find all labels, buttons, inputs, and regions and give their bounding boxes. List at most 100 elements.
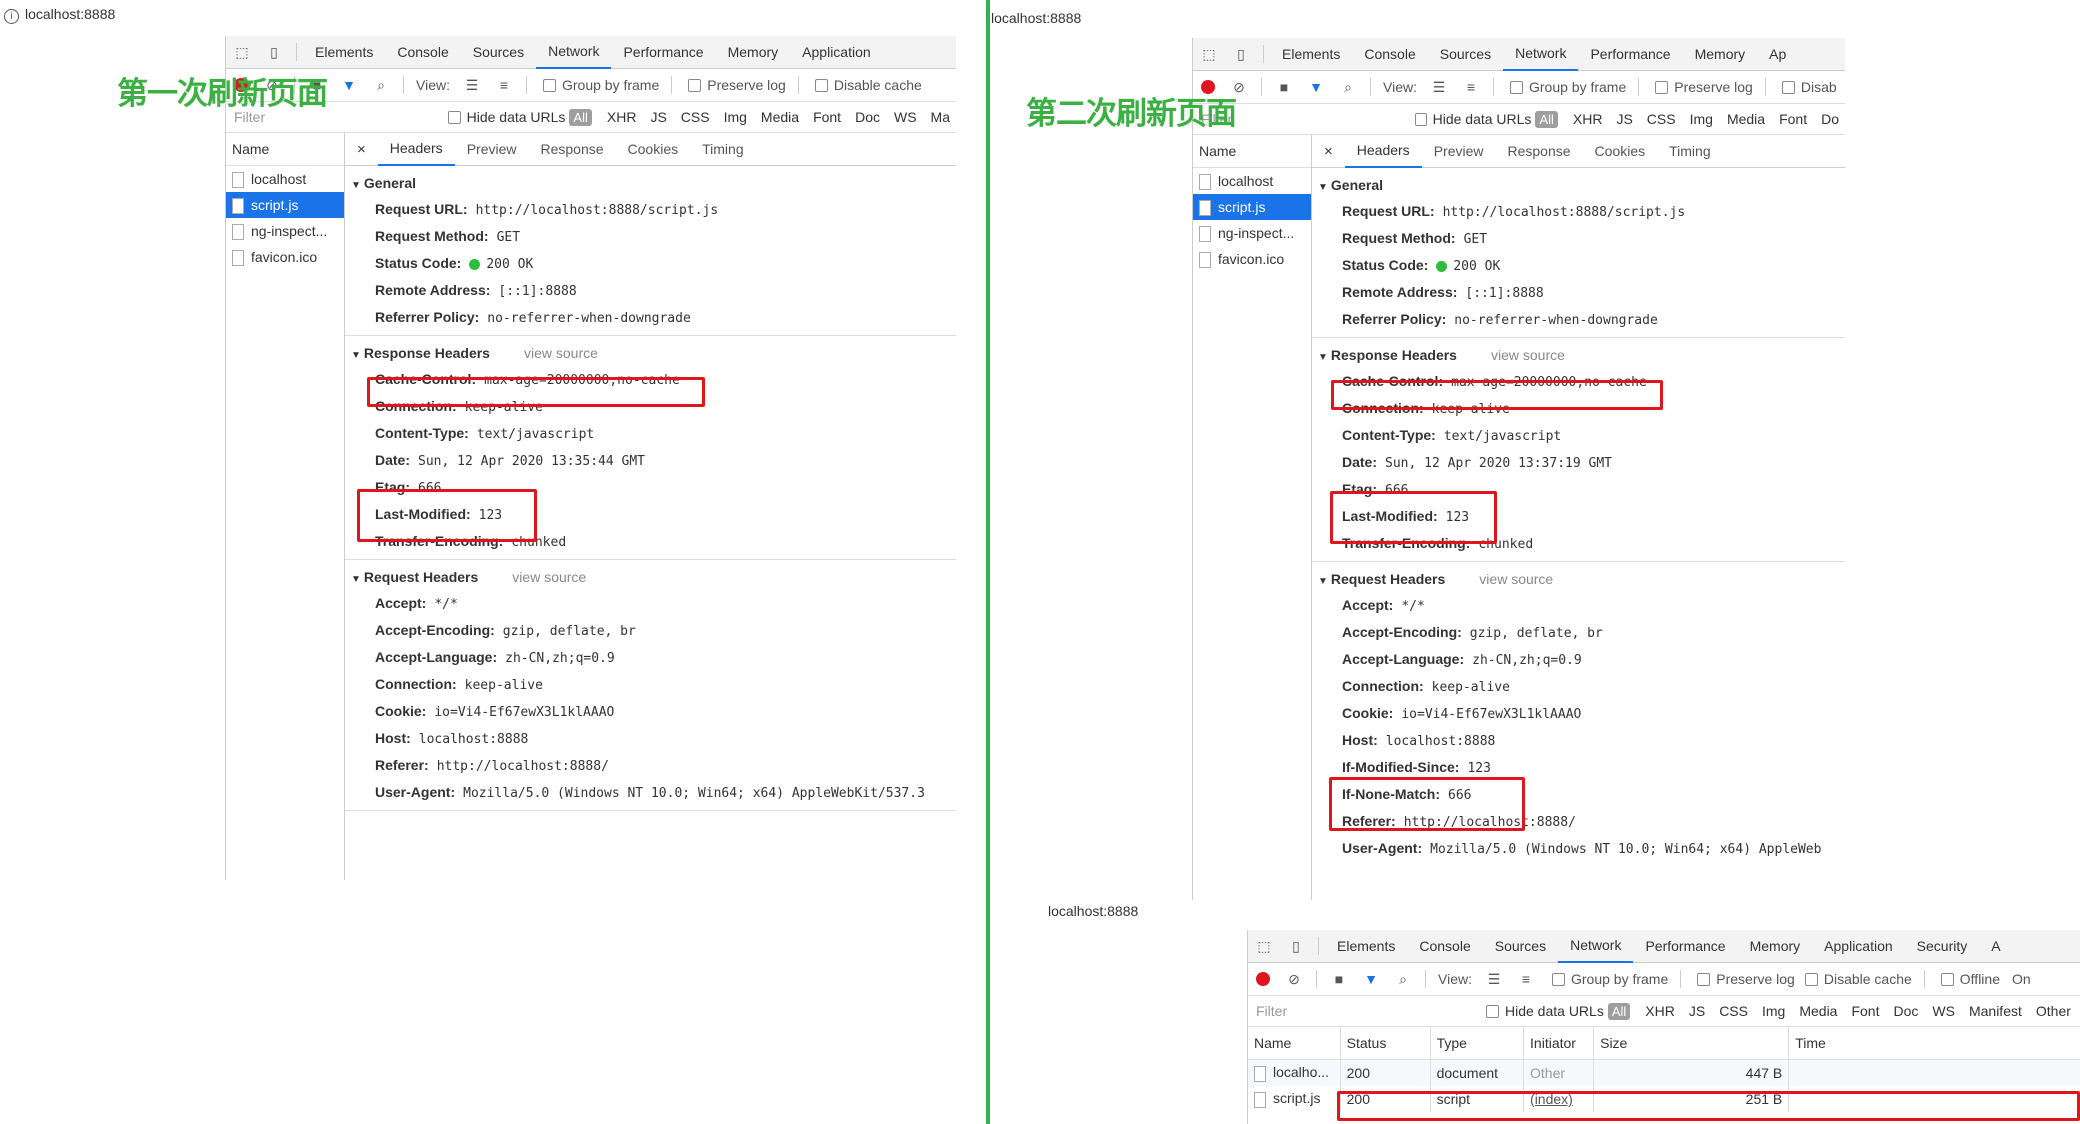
- clear-icon[interactable]: ⊘: [1286, 971, 1302, 987]
- tab-elements[interactable]: Elements: [1325, 930, 1407, 962]
- disable-cache-checkbox[interactable]: [1781, 80, 1795, 94]
- request-item[interactable]: script.js: [1193, 194, 1311, 220]
- filter-media[interactable]: Media: [761, 109, 799, 125]
- request-item[interactable]: localhost: [1193, 168, 1311, 194]
- filter-ws[interactable]: WS: [894, 109, 917, 125]
- hide-data-urls-checkbox[interactable]: [1486, 1004, 1499, 1018]
- search-icon[interactable]: ⌕: [373, 77, 389, 93]
- tab-application[interactable]: Ap: [1757, 38, 1798, 70]
- filter-js[interactable]: JS: [1616, 111, 1632, 127]
- request-item[interactable]: script.js: [226, 192, 344, 218]
- name-column-header[interactable]: Name: [226, 133, 344, 166]
- record-icon[interactable]: [1256, 972, 1270, 986]
- group-by-frame-checkbox[interactable]: [1551, 972, 1565, 986]
- tab-performance[interactable]: Performance: [611, 36, 715, 68]
- device-toolbar-icon[interactable]: ▯: [1233, 46, 1249, 62]
- filter-media[interactable]: Media: [1727, 111, 1765, 127]
- filter-css[interactable]: CSS: [1719, 1003, 1748, 1019]
- filter-icon[interactable]: ▼: [1363, 971, 1379, 987]
- offline-checkbox[interactable]: [1940, 972, 1954, 986]
- filter-img[interactable]: Img: [1690, 111, 1713, 127]
- filter-doc[interactable]: Doc: [855, 109, 880, 125]
- waterfall-icon[interactable]: ≡: [1518, 971, 1534, 987]
- filter-doc[interactable]: Do: [1821, 111, 1839, 127]
- tab-sources[interactable]: Sources: [461, 36, 536, 68]
- device-toolbar-icon[interactable]: ▯: [1288, 938, 1304, 954]
- request-item[interactable]: localhost: [226, 166, 344, 192]
- filter-icon[interactable]: ▼: [1308, 79, 1324, 95]
- filter-manifest[interactable]: Manifest: [1969, 1003, 2022, 1019]
- filter-xhr[interactable]: XHR: [1645, 1003, 1675, 1019]
- filter-font[interactable]: Font: [1779, 111, 1807, 127]
- name-column-header[interactable]: Name: [1193, 135, 1311, 168]
- group-by-frame-checkbox[interactable]: [1509, 80, 1523, 94]
- large-rows-icon[interactable]: ☰: [1431, 79, 1447, 95]
- column-status[interactable]: Status: [1340, 1027, 1431, 1060]
- tab-memory[interactable]: Memory: [1738, 930, 1813, 962]
- view-source-link[interactable]: view source: [524, 345, 598, 361]
- device-toolbar-icon[interactable]: ▯: [266, 44, 282, 60]
- filter-font[interactable]: Font: [813, 109, 841, 125]
- tab-console[interactable]: Console: [1407, 930, 1482, 962]
- group-by-frame-checkbox[interactable]: [542, 78, 556, 92]
- filter-all[interactable]: All: [1607, 1002, 1631, 1020]
- large-rows-icon[interactable]: ☰: [1486, 971, 1502, 987]
- waterfall-icon[interactable]: ≡: [496, 77, 512, 93]
- address-bar[interactable]: localhost:8888: [1048, 903, 1138, 919]
- request-item[interactable]: favicon.ico: [1193, 246, 1311, 272]
- filter-img[interactable]: Img: [1762, 1003, 1785, 1019]
- view-source-link[interactable]: view source: [1491, 347, 1565, 363]
- filter-other[interactable]: Other: [2036, 1003, 2071, 1019]
- filter-all[interactable]: All: [569, 108, 592, 126]
- tab-console[interactable]: Console: [1352, 38, 1427, 70]
- preserve-log-checkbox[interactable]: [1697, 972, 1711, 986]
- tab-cookies[interactable]: Cookies: [616, 133, 691, 165]
- tab-console[interactable]: Console: [385, 36, 460, 68]
- tab-timing[interactable]: Timing: [690, 133, 756, 165]
- tab-audits[interactable]: A: [1979, 930, 2012, 962]
- filter-xhr[interactable]: XHR: [1573, 111, 1603, 127]
- address-bar[interactable]: i localhost:8888: [4, 6, 115, 24]
- tab-network[interactable]: Network: [1558, 929, 1634, 963]
- inspect-element-icon[interactable]: ⬚: [1256, 938, 1272, 954]
- tab-sources[interactable]: Sources: [1483, 930, 1558, 962]
- large-rows-icon[interactable]: ☰: [464, 77, 480, 93]
- filter-ws[interactable]: WS: [1932, 1003, 1955, 1019]
- general-section-toggle[interactable]: ▼ General: [345, 166, 956, 196]
- filter-icon[interactable]: ▼: [341, 77, 357, 93]
- request-headers-toggle[interactable]: ▼ Request Headers view source: [345, 560, 956, 590]
- filter-css[interactable]: CSS: [1647, 111, 1676, 127]
- preserve-log-checkbox[interactable]: [1655, 80, 1669, 94]
- request-headers-toggle[interactable]: ▼ Request Headers view source: [1312, 562, 1845, 592]
- filter-img[interactable]: Img: [724, 109, 747, 125]
- view-source-link[interactable]: view source: [512, 569, 586, 585]
- request-item[interactable]: favicon.ico: [226, 244, 344, 270]
- tab-sources[interactable]: Sources: [1428, 38, 1503, 70]
- filter-xhr[interactable]: XHR: [607, 109, 637, 125]
- tab-application[interactable]: Application: [1812, 930, 1905, 962]
- screenshot-icon[interactable]: ■: [1331, 971, 1347, 987]
- filter-css[interactable]: CSS: [681, 109, 710, 125]
- filter-media[interactable]: Media: [1799, 1003, 1837, 1019]
- tab-preview[interactable]: Preview: [455, 133, 529, 165]
- column-size[interactable]: Size: [1593, 1027, 1790, 1060]
- hide-data-urls-checkbox[interactable]: [1414, 112, 1427, 126]
- response-headers-toggle[interactable]: ▼ Response Headers view source: [345, 336, 956, 366]
- preserve-log-checkbox[interactable]: [688, 78, 702, 92]
- filter-js[interactable]: JS: [1689, 1003, 1705, 1019]
- table-row[interactable]: localho... 200 document Other 447 B: [1248, 1059, 2080, 1086]
- filter-font[interactable]: Font: [1851, 1003, 1879, 1019]
- tab-memory[interactable]: Memory: [716, 36, 791, 68]
- tab-memory[interactable]: Memory: [1683, 38, 1758, 70]
- request-item[interactable]: ng-inspect...: [226, 218, 344, 244]
- tab-headers[interactable]: Headers: [377, 132, 455, 166]
- tab-security[interactable]: Security: [1905, 930, 1980, 962]
- throttle-select[interactable]: On: [2012, 971, 2031, 987]
- column-name[interactable]: Name: [1248, 1027, 1341, 1060]
- tab-performance[interactable]: Performance: [1633, 930, 1737, 962]
- hide-data-urls-checkbox[interactable]: [448, 110, 461, 124]
- filter-doc[interactable]: Doc: [1893, 1003, 1918, 1019]
- tab-performance[interactable]: Performance: [1578, 38, 1682, 70]
- screenshot-icon[interactable]: ■: [1276, 79, 1292, 95]
- tab-elements[interactable]: Elements: [1270, 38, 1352, 70]
